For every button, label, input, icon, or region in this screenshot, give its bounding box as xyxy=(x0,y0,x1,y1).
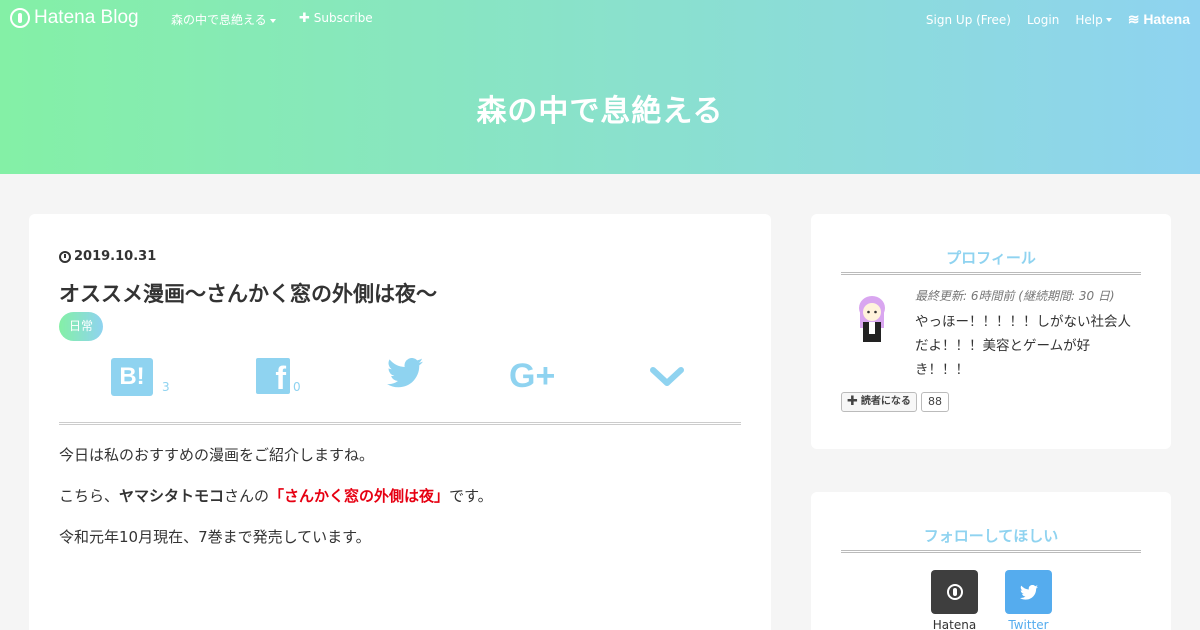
hatena-bird-icon: ≋ xyxy=(1127,11,1140,27)
facebook-share-button[interactable]: f xyxy=(256,358,290,394)
entry-date[interactable]: 2019.10.31 xyxy=(59,249,156,264)
blog-name-menu-label: 森の中で息絶える xyxy=(171,13,267,27)
category-tag[interactable]: 日常 xyxy=(59,312,104,341)
follow-hatena-button[interactable] xyxy=(931,570,978,614)
paragraph-text: です。 xyxy=(449,487,493,505)
follow-twitter-label[interactable]: Twitter xyxy=(995,618,1062,630)
caret-down-icon xyxy=(1105,18,1112,22)
profile-module: プロフィール 最終更新: 6時間前 (継続期間: 30 日) やっほー！！！！！… xyxy=(811,214,1171,449)
site-title[interactable]: 森の中で息絶える xyxy=(0,86,1200,130)
entry-paragraph: 令和元年10月現在、7巻まで発売しています。 xyxy=(59,528,371,546)
help-menu-label: Help xyxy=(1075,12,1103,27)
entry-paragraph: こちら、ヤマシタトモコさんの「さんかく窓の外側は夜」です。 xyxy=(59,485,493,506)
hatebu-count[interactable]: 3 xyxy=(162,380,170,394)
more-share-button[interactable] xyxy=(649,366,685,392)
author-name: ヤマシタトモコ xyxy=(119,487,225,505)
entry-paragraph: 今日は私のおすすめの漫画をご紹介しますね。 xyxy=(59,446,375,464)
signup-link[interactable]: Sign Up (Free) xyxy=(926,13,1011,27)
share-divider xyxy=(59,422,741,425)
global-header-bar: Hatena Blog 森の中で息絶える ✚ Subscribe Sign Up… xyxy=(0,0,1200,36)
hatena-logo-text: Hatena xyxy=(1143,11,1190,27)
share-buttons: B! 3 f 0 G+ xyxy=(59,354,741,414)
googleplus-share-button[interactable]: G+ xyxy=(509,358,555,394)
profile-heading-rule xyxy=(841,272,1141,275)
follow-module: フォローしてほしい Hatena Twitter xyxy=(811,492,1171,630)
help-menu[interactable]: Help xyxy=(1075,12,1112,27)
profile-bio: やっほー！！！！！しがない社会人だよ！！！美容とゲームが好き！！！ xyxy=(915,314,1131,378)
hatena-blog-logo[interactable]: Hatena Blog xyxy=(10,7,139,29)
plus-icon: ✚ xyxy=(847,394,858,409)
follow-twitter-button[interactable] xyxy=(1005,570,1052,614)
paragraph-text: さんの xyxy=(224,487,270,505)
login-link[interactable]: Login xyxy=(1027,13,1059,27)
hatebu-share-button[interactable]: B! xyxy=(111,358,153,396)
twitter-icon xyxy=(387,357,423,388)
paragraph-text: こちら、 xyxy=(59,487,120,505)
hatena-logo[interactable]: ≋ Hatena xyxy=(1128,11,1190,28)
entry-article: 2019.10.31 オススメ漫画～さんかく窓の外側は夜～ 日常 B! 3 f … xyxy=(29,214,771,630)
entry-date-text: 2019.10.31 xyxy=(74,249,157,264)
hatebu-icon: B! xyxy=(111,358,153,396)
entry-title[interactable]: オススメ漫画～さんかく窓の外側は夜～ xyxy=(59,278,437,308)
subscribe-reader-label: 読者になる xyxy=(860,396,911,407)
twitter-share-button[interactable] xyxy=(387,357,423,392)
twitter-icon xyxy=(1019,584,1038,600)
plus-icon: ✚ xyxy=(299,11,310,26)
follow-heading-rule xyxy=(841,550,1141,553)
manga-title: 「さんかく窓の外側は夜」 xyxy=(269,487,450,505)
profile-heading: プロフィール xyxy=(946,249,1036,267)
blog-name-menu[interactable]: 森の中で息絶える xyxy=(171,11,276,28)
subscribe-label: Subscribe xyxy=(313,11,373,25)
facebook-count[interactable]: 0 xyxy=(293,380,301,394)
chevron-down-icon xyxy=(650,367,684,386)
follow-heading: フォローしてほしい xyxy=(923,527,1059,545)
avatar[interactable] xyxy=(855,294,889,342)
googleplus-icon: G+ xyxy=(509,357,556,395)
facebook-icon: f xyxy=(256,358,290,394)
blog-header: Hatena Blog 森の中で息絶える ✚ Subscribe Sign Up… xyxy=(0,0,1200,174)
subscribe-link[interactable]: ✚ Subscribe xyxy=(299,11,373,26)
caret-down-icon xyxy=(269,18,276,23)
hatena-blog-logo-text: Hatena Blog xyxy=(34,7,139,28)
subscribe-reader-button[interactable]: ✚ 読者になる xyxy=(841,392,917,412)
follow-hatena-label[interactable]: Hatena xyxy=(921,618,988,630)
reader-count[interactable]: 88 xyxy=(921,392,949,412)
clock-icon xyxy=(59,250,71,263)
last-update: 最終更新: 6時間前 (継続期間: 30 日) xyxy=(915,289,1115,303)
hatena-blog-logo-icon xyxy=(10,8,30,28)
global-header-right: Sign Up (Free) Login Help ≋ Hatena xyxy=(926,11,1190,28)
hatena-icon xyxy=(946,584,963,600)
